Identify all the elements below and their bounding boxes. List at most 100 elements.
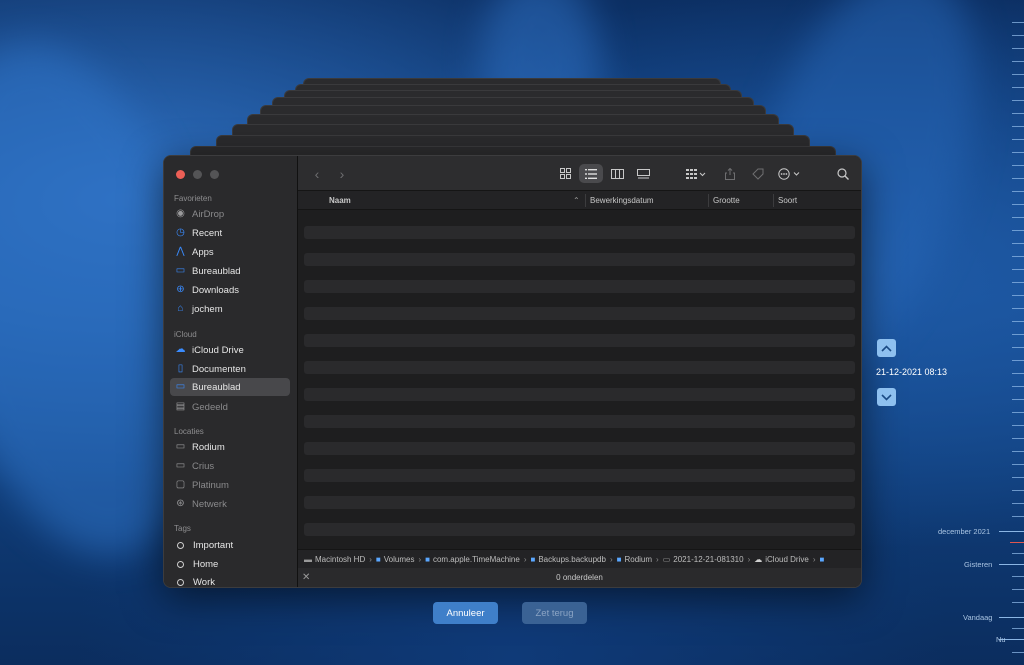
sidebar-item-desktop[interactable]: ▭ Bureaublad (170, 262, 290, 280)
path-segment[interactable]: ▭ 2021-12-21-081310 (663, 555, 744, 564)
path-chevron-icon: › (609, 554, 613, 564)
sidebar-item-crius[interactable]: ▭ Crius (170, 457, 290, 475)
item-count: 0 onderdelen (556, 573, 603, 582)
sidebar-tag-important[interactable]: Important (170, 536, 290, 554)
timeline-tick (1012, 22, 1024, 23)
path-chevron-icon: › (656, 554, 659, 564)
sort-chevron-icon: ⌃ (573, 196, 580, 205)
sidebar-item-network[interactable]: ⊛ Netwerk (170, 495, 290, 513)
sidebar-tag-work[interactable]: Work (170, 573, 290, 587)
timeline-tick (1012, 87, 1024, 88)
timeline-tick-major (999, 617, 1024, 618)
column-size[interactable]: Grootte (713, 196, 740, 205)
minimize-button[interactable] (193, 170, 202, 179)
section-favorites: Favorieten (174, 194, 212, 203)
timeline-tick (1012, 589, 1024, 590)
sidebar-item-apps[interactable]: ⋀ Apps (170, 243, 290, 261)
search-icon[interactable] (835, 164, 851, 183)
desktop-icon: ▭ (175, 381, 186, 392)
sidebar-item-downloads[interactable]: ⊕ Downloads (170, 281, 290, 299)
list-view-icon[interactable] (579, 164, 603, 183)
column-name[interactable]: Naam (329, 196, 351, 205)
share-icon[interactable] (722, 164, 738, 183)
back-icon[interactable]: ‹ (310, 164, 324, 183)
sidebar-item-icloud-desktop[interactable]: ▭ Bureaublad (170, 378, 290, 396)
timeline-tick (1012, 126, 1024, 127)
zoom-button[interactable] (210, 170, 219, 179)
timeline-label-now[interactable]: Nu (996, 635, 1006, 644)
list-row-placeholder (304, 361, 855, 374)
folder-icon: ■ (616, 554, 622, 564)
column-separator[interactable] (773, 194, 774, 207)
sidebar-tag-home[interactable]: Home (170, 555, 290, 573)
timeline-tick (1012, 243, 1024, 244)
timeline-tick (1012, 425, 1024, 426)
airdrop-icon: ◉ (176, 208, 185, 219)
column-kind[interactable]: Soort (778, 196, 797, 205)
restore-button[interactable]: Zet terug (522, 602, 587, 624)
timeline-tick (1012, 139, 1024, 140)
tag-dot-icon (177, 560, 184, 568)
path-segment[interactable]: ■ com.apple.TimeMachine (425, 555, 520, 564)
sidebar-item-rodium[interactable]: ▭ Rodium (170, 438, 290, 456)
timeline-tick (1012, 152, 1024, 153)
section-tags: Tags (174, 524, 191, 533)
sidebar-item-shared[interactable]: ▤ Gedeeld (170, 398, 290, 416)
path-segment[interactable]: ■ Backups.backupdb (531, 555, 606, 564)
list-row-placeholder (304, 334, 855, 347)
sidebar-item-icloud-drive[interactable]: ☁ iCloud Drive (170, 341, 290, 359)
timeline-label-today[interactable]: Vandaag (963, 613, 992, 622)
path-chevron-icon: › (747, 554, 751, 564)
path-segment[interactable]: ☁ iCloud Drive (754, 555, 809, 564)
sidebar-item-documents[interactable]: ▯ Documenten (170, 360, 290, 378)
tag-icon[interactable] (750, 164, 766, 183)
column-view-icon[interactable] (608, 164, 626, 183)
newer-backup-button[interactable] (877, 388, 896, 406)
tag-dot-icon (177, 541, 184, 549)
timeline-tick (1012, 451, 1024, 452)
timeline-label-december[interactable]: december 2021 (938, 527, 990, 536)
finder-window: Favorieten ◉ AirDrop ◷ Recent ⋀ Apps ▭ Burea… (163, 155, 862, 588)
path-segment[interactable]: ■ Rodium (617, 555, 652, 564)
section-icloud: iCloud (174, 330, 197, 339)
more-actions-icon[interactable] (776, 164, 804, 183)
sidebar-item-home[interactable]: ⌂ jochem (170, 300, 290, 318)
timeline-tick (1012, 576, 1024, 577)
close-pathbar-icon[interactable]: ✕ (302, 568, 310, 587)
gallery-view-icon[interactable] (634, 164, 652, 183)
shared-folder-icon: ▤ (175, 401, 186, 412)
timeline-label-yesterday[interactable]: Gisteren (964, 560, 992, 569)
cancel-button[interactable]: Annuleer (433, 602, 498, 624)
timeline-tick (1012, 360, 1024, 361)
laptop-icon: ▭ (175, 460, 186, 471)
timeline-tick (1012, 61, 1024, 62)
timeline-tick (1012, 399, 1024, 400)
sidebar: Favorieten ◉ AirDrop ◷ Recent ⋀ Apps ▭ Burea… (164, 156, 298, 587)
sidebar-item-platinum[interactable]: ▢ Platinum (170, 476, 290, 494)
forward-icon[interactable]: › (335, 164, 349, 183)
timeline-tick (1012, 334, 1024, 335)
close-button[interactable] (176, 170, 185, 179)
icon-view-icon[interactable] (556, 164, 574, 183)
group-by-icon[interactable] (682, 164, 710, 183)
path-segment[interactable]: ▬ Macintosh HD (304, 555, 365, 564)
list-row-placeholder (304, 253, 855, 266)
path-segment[interactable]: ■ Volumes (376, 555, 415, 564)
folder-icon: ■ (375, 554, 381, 564)
list-row-placeholder (304, 388, 855, 401)
timeline-tick (1012, 191, 1024, 192)
list-row-placeholder (304, 226, 855, 239)
timeline-tick (1012, 516, 1024, 517)
list-row-placeholder (304, 496, 855, 509)
timeline-tick (1012, 269, 1024, 270)
sidebar-item-recent[interactable]: ◷ Recent (170, 224, 290, 242)
column-separator[interactable] (585, 194, 586, 207)
older-backup-button[interactable] (877, 339, 896, 357)
timeline-tick (1012, 477, 1024, 478)
path-segment[interactable]: ■ (819, 555, 827, 564)
column-modified[interactable]: Bewerkingsdatum (590, 196, 654, 205)
sidebar-item-airdrop[interactable]: ◉ AirDrop (170, 205, 290, 223)
timeline-tick (1012, 308, 1024, 309)
column-separator[interactable] (708, 194, 709, 207)
list-row-placeholder (304, 415, 855, 428)
